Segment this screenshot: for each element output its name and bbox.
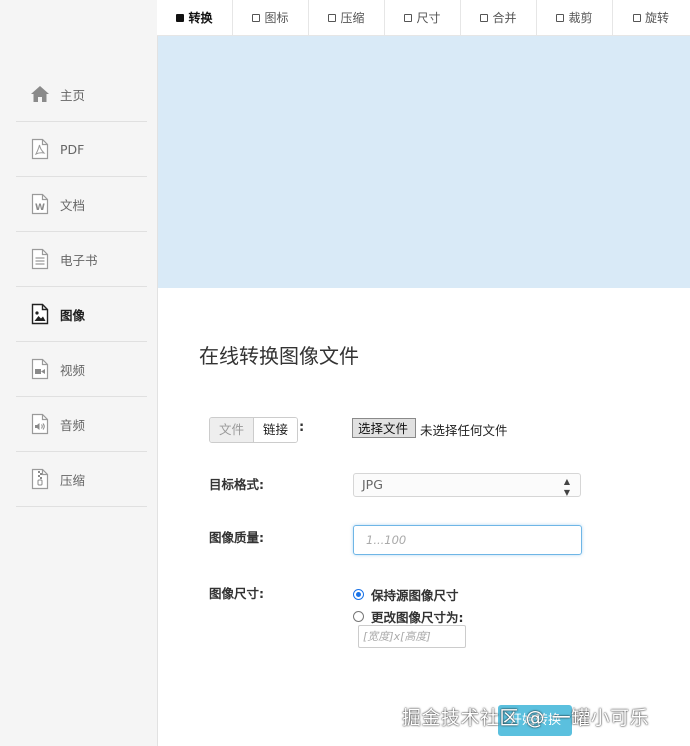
sidebar-item-document[interactable]: W 文档: [16, 177, 147, 232]
source-file-option[interactable]: 文件: [210, 418, 254, 442]
tab-icon[interactable]: 图标: [233, 0, 309, 35]
size-keep-option[interactable]: 保持源图像尺寸: [353, 585, 459, 604]
size-keep-label: 保持源图像尺寸: [371, 588, 459, 603]
source-colon: :: [299, 420, 305, 435]
size-change-label: 更改图像尺寸为:: [371, 610, 464, 625]
quality-placeholder: 1...100: [366, 533, 407, 547]
watermark: 掘金技术社区 @ 一罐小可乐: [402, 707, 650, 729]
sidebar: 主页 PDF W 文档 电子书 图像 视频 音频 压缩: [0, 0, 158, 746]
tab-compress[interactable]: 压缩: [309, 0, 385, 35]
pdf-file-icon: [29, 138, 51, 160]
tab-crop[interactable]: 裁剪: [537, 0, 613, 35]
tab-label: 尺寸: [416, 11, 441, 25]
quality-input[interactable]: 1...100: [353, 525, 582, 555]
choose-file-button[interactable]: 选择文件: [352, 418, 416, 438]
sidebar-item-label: 主页: [60, 87, 86, 103]
source-toggle: 文件 链接: [209, 417, 299, 443]
radio-checked-icon[interactable]: [353, 589, 364, 600]
video-file-icon: [29, 358, 51, 380]
quality-label: 图像质量:: [209, 530, 264, 545]
sidebar-item-label: PDF: [60, 141, 85, 157]
sidebar-item-label: 压缩: [60, 472, 86, 488]
tab-label: 裁剪: [568, 11, 593, 25]
sidebar-nav: 主页 PDF W 文档 电子书 图像 视频 音频 压缩: [16, 67, 147, 507]
checkbox-icon: [252, 13, 261, 22]
tab-resize[interactable]: 尺寸: [385, 0, 461, 35]
sidebar-item-label: 图像: [60, 307, 86, 323]
home-icon: [29, 83, 51, 105]
sidebar-item-archive[interactable]: 压缩: [16, 452, 147, 507]
sidebar-item-label: 音频: [60, 417, 86, 433]
sidebar-item-label: 电子书: [60, 252, 98, 268]
ad-banner: [158, 36, 690, 288]
word-file-icon: W: [29, 193, 51, 215]
tab-label: 合并: [492, 11, 517, 25]
sidebar-item-audio[interactable]: 音频: [16, 397, 147, 452]
tab-label: 压缩: [340, 11, 365, 25]
checkbox-icon: [404, 13, 413, 22]
tab-rotate[interactable]: 旋转: [613, 0, 689, 35]
ebook-file-icon: [29, 248, 51, 270]
source-link-option[interactable]: 链接: [253, 418, 298, 442]
checkbox-icon: [176, 13, 185, 22]
page-title: 在线转换图像文件: [199, 344, 359, 368]
sidebar-item-home[interactable]: 主页: [16, 67, 147, 122]
checkbox-icon: [328, 13, 337, 22]
svg-text:W: W: [35, 203, 45, 213]
file-status-text: 未选择任何文件: [420, 423, 508, 438]
radio-unchecked-icon[interactable]: [353, 611, 364, 622]
sidebar-item-label: 文档: [60, 197, 86, 213]
target-format-label: 目标格式:: [209, 477, 264, 492]
audio-file-icon: [29, 413, 51, 435]
tab-convert[interactable]: 转换: [157, 0, 233, 35]
tab-label: 旋转: [644, 11, 669, 25]
select-arrows-icon: ▲ ▼: [563, 477, 570, 497]
target-format-select[interactable]: JPG ▲ ▼: [353, 473, 581, 497]
sidebar-item-pdf[interactable]: PDF: [16, 122, 147, 177]
tab-label: 图标: [264, 11, 289, 25]
size-input[interactable]: [宽度]x[高度]: [358, 625, 466, 648]
tab-merge[interactable]: 合并: [461, 0, 537, 35]
tab-label: 转换: [188, 11, 213, 25]
sidebar-item-video[interactable]: 视频: [16, 342, 147, 397]
size-placeholder: [宽度]x[高度]: [363, 630, 431, 643]
sidebar-item-label: 视频: [60, 362, 86, 378]
size-label: 图像尺寸:: [209, 586, 264, 601]
sidebar-item-ebook[interactable]: 电子书: [16, 232, 147, 287]
target-format-value: JPG: [362, 477, 383, 492]
tool-tabs: 转换 图标 压缩 尺寸 合并 裁剪 旋转: [157, 0, 690, 36]
sidebar-item-image[interactable]: 图像: [16, 287, 147, 342]
checkbox-icon: [480, 13, 489, 22]
archive-file-icon: [29, 468, 51, 490]
size-change-option[interactable]: 更改图像尺寸为:: [353, 607, 464, 626]
image-file-icon: [29, 303, 51, 325]
checkbox-icon: [556, 13, 565, 22]
checkbox-icon: [632, 13, 641, 22]
